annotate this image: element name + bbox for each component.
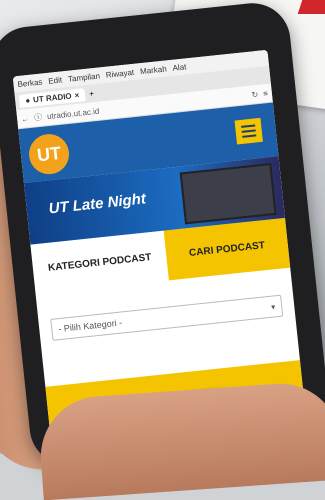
site-logo[interactable]: UT bbox=[27, 132, 72, 177]
tab-close-icon[interactable]: × bbox=[74, 90, 80, 99]
menu-bar-icon bbox=[242, 134, 257, 138]
hamburger-menu-icon[interactable]: ≡ bbox=[263, 88, 269, 97]
info-icon[interactable]: ⓘ bbox=[34, 111, 43, 123]
menu-file[interactable]: Berkas bbox=[17, 77, 43, 89]
menu-tools[interactable]: Alat bbox=[172, 62, 187, 72]
category-select-value: - Pilih Kategori - bbox=[57, 317, 123, 335]
menu-bar-icon bbox=[241, 129, 256, 133]
menu-bookmarks[interactable]: Markah bbox=[140, 64, 167, 76]
menu-history[interactable]: Riwayat bbox=[105, 67, 134, 79]
chevron-down-icon: ▾ bbox=[270, 301, 276, 312]
new-tab-icon[interactable]: + bbox=[89, 89, 95, 98]
banner-title: UT Late Night bbox=[47, 190, 147, 218]
paper-red-mark bbox=[297, 0, 325, 14]
banner-screens-image bbox=[179, 162, 277, 225]
back-icon[interactable]: ← bbox=[21, 114, 30, 124]
category-select[interactable]: - Pilih Kategori - ▾ bbox=[50, 294, 284, 341]
tab-title: UT RADIO bbox=[32, 91, 73, 105]
tab-favicon-icon: ● bbox=[24, 95, 31, 105]
reload-icon[interactable]: ↻ bbox=[251, 89, 259, 99]
site-menu-button[interactable] bbox=[234, 117, 263, 145]
menu-bar-icon bbox=[241, 124, 256, 128]
menu-view[interactable]: Tampilan bbox=[68, 71, 101, 83]
menu-edit[interactable]: Edit bbox=[48, 75, 63, 85]
